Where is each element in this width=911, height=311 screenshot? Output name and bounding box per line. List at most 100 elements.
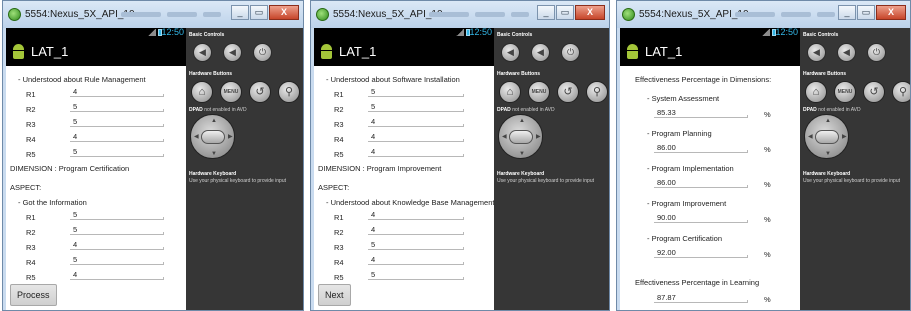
hardware-buttons-heading: Hardware Buttons bbox=[189, 71, 233, 77]
rating-input[interactable]: 4 bbox=[368, 147, 464, 157]
blurred-title-text bbox=[429, 12, 469, 17]
back-icon[interactable]: ↺ bbox=[863, 81, 885, 103]
emulator-controls-panel: Basic Controls ◀ ◀ ⏻ Hardware Buttons ⌂ … bbox=[494, 28, 609, 310]
volume-up-icon[interactable]: ◀ bbox=[531, 43, 550, 62]
dpad-center[interactable] bbox=[815, 130, 839, 144]
rating-input[interactable]: 5 bbox=[70, 117, 164, 127]
signal-icon bbox=[456, 29, 464, 36]
menu-icon[interactable]: MENU bbox=[528, 81, 550, 103]
learning-heading: Effectiveness Percentage in Learning bbox=[635, 278, 760, 287]
percentage-field[interactable]: 92.00 bbox=[654, 248, 748, 258]
dpad-control[interactable]: ▲ ▼ ◀ ▶ bbox=[498, 114, 543, 159]
window-controls: _ ▭ X bbox=[837, 5, 906, 20]
close-button[interactable]: X bbox=[575, 5, 605, 20]
rating-input[interactable]: 5 bbox=[70, 210, 164, 220]
status-bar: 12:50 bbox=[6, 27, 186, 37]
search-icon[interactable]: ⚲ bbox=[892, 81, 910, 103]
rating-input[interactable]: 4 bbox=[368, 210, 464, 220]
close-button[interactable]: X bbox=[876, 5, 906, 20]
next-button[interactable]: Next bbox=[318, 284, 351, 306]
basic-controls-heading: Basic Controls bbox=[189, 32, 225, 38]
signal-icon bbox=[762, 29, 770, 36]
aspect-label: ASPECT: bbox=[318, 183, 350, 192]
rating-input[interactable]: 4 bbox=[70, 132, 164, 142]
dimension-label: DIMENSION : Program Certification bbox=[10, 164, 130, 173]
rating-input[interactable]: 4 bbox=[70, 87, 164, 97]
rating-input[interactable]: 5 bbox=[70, 147, 164, 157]
dpad-note: DPAD not enabled in AVD bbox=[189, 107, 247, 113]
home-icon[interactable]: ⌂ bbox=[805, 81, 827, 103]
dpad-center[interactable] bbox=[509, 130, 533, 144]
menu-icon[interactable]: MENU bbox=[220, 81, 242, 103]
aspect-heading: - Understood about Knowledge Base Manage… bbox=[326, 198, 495, 207]
dpad-control[interactable]: ▲ ▼ ◀ ▶ bbox=[190, 114, 235, 159]
rating-input[interactable]: 5 bbox=[368, 240, 464, 250]
device-screen: 12:50 LAT_1 Effectiveness Percentage in … bbox=[620, 27, 800, 310]
rating-label: R2 bbox=[26, 105, 36, 114]
home-icon[interactable]: ⌂ bbox=[191, 81, 213, 103]
power-icon[interactable]: ⏻ bbox=[253, 43, 272, 62]
rating-input[interactable]: 4 bbox=[368, 117, 464, 127]
window-controls: _ ▭ X bbox=[230, 5, 299, 20]
power-icon[interactable]: ⏻ bbox=[867, 43, 886, 62]
percentage-field[interactable]: 90.00 bbox=[654, 213, 748, 223]
action-bar: LAT_1 bbox=[620, 37, 800, 66]
emulator-app-icon bbox=[316, 8, 329, 21]
dimension-name: - Program Certification bbox=[647, 234, 723, 243]
rating-label: R4 bbox=[26, 135, 36, 144]
percent-unit: % bbox=[764, 145, 771, 154]
results-content: Effectiveness Percentage in Dimensions: … bbox=[620, 66, 800, 310]
home-icon[interactable]: ⌂ bbox=[499, 81, 521, 103]
rating-input[interactable]: 4 bbox=[368, 132, 464, 142]
device-screen: 12:50 LAT_1 - Understood about Software … bbox=[314, 27, 495, 310]
close-button[interactable]: X bbox=[269, 5, 299, 20]
blurred-title-text bbox=[475, 12, 505, 17]
minimize-button[interactable]: _ bbox=[537, 5, 555, 20]
search-icon[interactable]: ⚲ bbox=[586, 81, 608, 103]
volume-down-icon[interactable]: ◀ bbox=[807, 43, 826, 62]
percentage-field[interactable]: 86.00 bbox=[654, 143, 748, 153]
rating-input[interactable]: 5 bbox=[70, 255, 164, 265]
window-title: 5554:Nexus_5X_API_10 bbox=[333, 9, 443, 20]
dpad-control[interactable]: ▲ ▼ ◀ ▶ bbox=[804, 114, 849, 159]
rating-label: R2 bbox=[334, 228, 344, 237]
maximize-button[interactable]: ▭ bbox=[857, 5, 875, 20]
rating-input[interactable]: 5 bbox=[368, 102, 464, 112]
process-button[interactable]: Process bbox=[10, 284, 57, 306]
menu-icon[interactable]: MENU bbox=[834, 81, 856, 103]
rating-input[interactable]: 4 bbox=[368, 225, 464, 235]
search-icon[interactable]: ⚲ bbox=[278, 81, 300, 103]
rating-label: R2 bbox=[334, 105, 344, 114]
rating-input[interactable]: 4 bbox=[368, 255, 464, 265]
percent-unit: % bbox=[764, 180, 771, 189]
volume-up-icon[interactable]: ◀ bbox=[223, 43, 242, 62]
back-icon[interactable]: ↺ bbox=[249, 81, 271, 103]
hardware-buttons-heading: Hardware Buttons bbox=[497, 71, 541, 77]
keyboard-heading: Hardware Keyboard bbox=[497, 171, 545, 177]
form-content: - Understood about Rule Management R1 4 … bbox=[6, 66, 186, 310]
minimize-button[interactable]: _ bbox=[231, 5, 249, 20]
power-icon[interactable]: ⏻ bbox=[561, 43, 580, 62]
rating-label: R3 bbox=[334, 120, 344, 129]
percentage-field[interactable]: 85.33 bbox=[654, 108, 748, 118]
emulator-app-icon bbox=[622, 8, 635, 21]
blurred-title-text bbox=[781, 12, 811, 17]
minimize-button[interactable]: _ bbox=[838, 5, 856, 20]
rating-input[interactable]: 4 bbox=[70, 270, 164, 280]
rating-input[interactable]: 5 bbox=[70, 225, 164, 235]
rating-input[interactable]: 4 bbox=[70, 240, 164, 250]
rating-input[interactable]: 5 bbox=[70, 102, 164, 112]
maximize-button[interactable]: ▭ bbox=[556, 5, 574, 20]
rating-label: R4 bbox=[334, 135, 344, 144]
maximize-button[interactable]: ▭ bbox=[250, 5, 268, 20]
back-icon[interactable]: ↺ bbox=[557, 81, 579, 103]
volume-up-icon[interactable]: ◀ bbox=[837, 43, 856, 62]
rating-input[interactable]: 5 bbox=[368, 270, 464, 280]
learning-percentage-field[interactable]: 87.87 bbox=[654, 293, 748, 303]
dpad-center[interactable] bbox=[201, 130, 225, 144]
rating-label: R3 bbox=[26, 243, 36, 252]
volume-down-icon[interactable]: ◀ bbox=[193, 43, 212, 62]
volume-down-icon[interactable]: ◀ bbox=[501, 43, 520, 62]
rating-input[interactable]: 5 bbox=[368, 87, 464, 97]
percentage-field[interactable]: 86.00 bbox=[654, 178, 748, 188]
